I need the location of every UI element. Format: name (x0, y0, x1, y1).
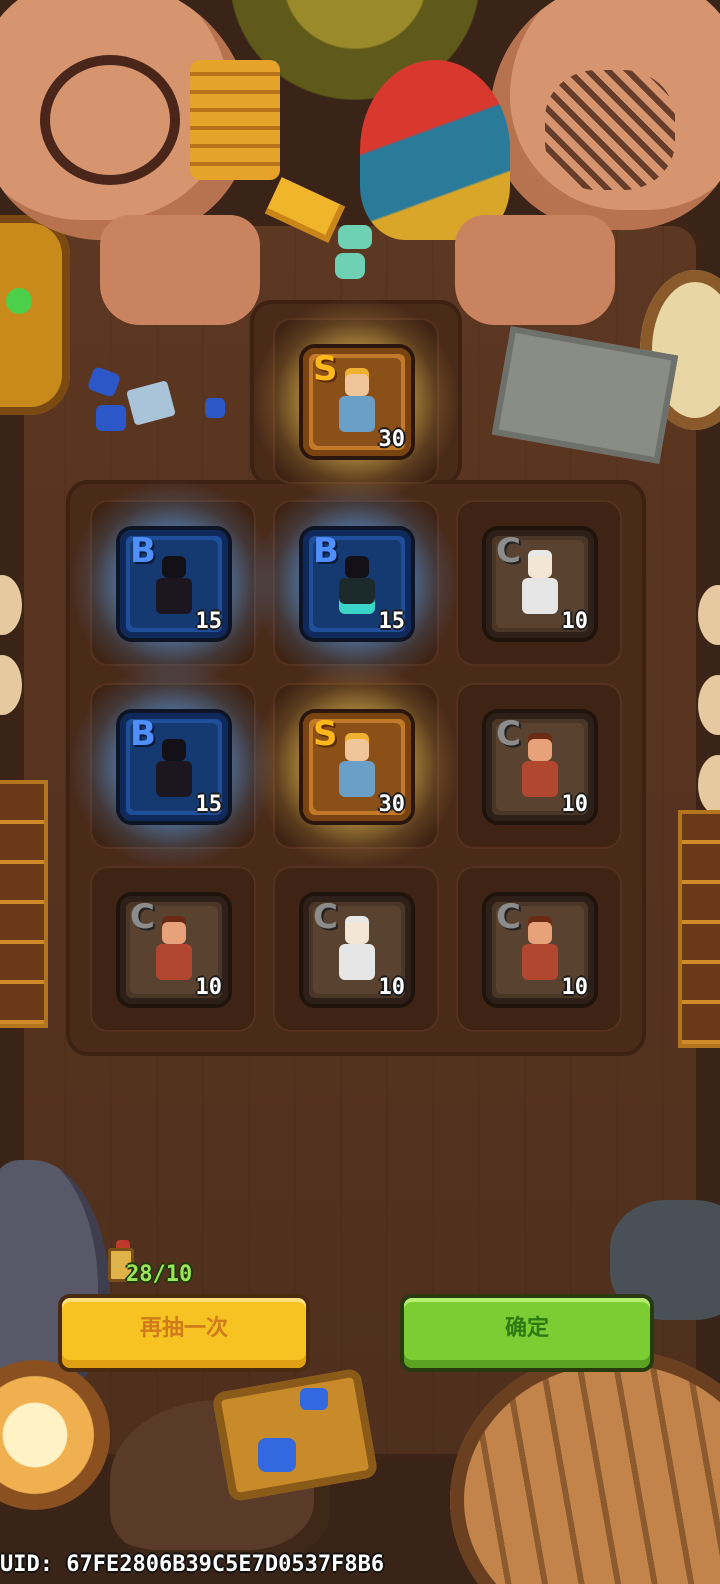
card-count: 15 (195, 792, 223, 817)
green-gem-icon (6, 288, 32, 314)
card-count: 15 (378, 609, 406, 634)
tattoo-icon (545, 70, 675, 190)
window-decoration (678, 810, 720, 1048)
hero-card[interactable]: C 10 (486, 713, 594, 821)
hero-portrait-icon (154, 739, 194, 797)
hero-portrait-icon (337, 374, 377, 432)
left-hand-decoration (100, 215, 260, 325)
coin-stack-icon (190, 60, 280, 180)
card-slot: S 30 (251, 296, 461, 506)
card-count: 10 (561, 975, 589, 1000)
hero-portrait-icon (337, 556, 377, 614)
card-count: 15 (195, 609, 223, 634)
hero-card[interactable]: C 10 (303, 896, 411, 1004)
hero-card[interactable]: C 10 (120, 896, 228, 1004)
right-hand-decoration (455, 215, 615, 325)
card-grade: C (130, 897, 155, 937)
tattoo-icon (40, 55, 180, 185)
card-slot: C 10 (456, 683, 622, 849)
hero-portrait-icon (154, 922, 194, 980)
hero-card[interactable]: B 15 (120, 530, 228, 638)
hero-card[interactable]: S 30 (303, 713, 411, 821)
hero-portrait-icon (337, 922, 377, 980)
hero-portrait-icon (154, 556, 194, 614)
card-slot: C 10 (273, 866, 439, 1032)
card-count: 10 (378, 975, 406, 1000)
gem-icon (338, 225, 372, 249)
card-count: 10 (195, 975, 223, 1000)
card-grade: B (313, 531, 339, 571)
blue-gem-icon (300, 1388, 328, 1410)
hero-portrait-icon (520, 556, 560, 614)
window-decoration (0, 780, 48, 1028)
card-grade: B (130, 714, 156, 754)
card-grade: C (313, 897, 338, 937)
hero-card[interactable]: B 15 (120, 713, 228, 821)
blue-gem-icon (96, 405, 126, 431)
draw-again-button[interactable]: 再抽一次 (62, 1298, 306, 1368)
hero-portrait-icon (520, 739, 560, 797)
card-grade: C (496, 531, 521, 571)
lamp-decoration (0, 215, 70, 415)
card-slot: B 15 (68, 661, 278, 871)
confirm-button[interactable]: 确定 (404, 1298, 650, 1368)
hero-portrait-icon (520, 922, 560, 980)
card-slot: B 15 (251, 478, 461, 688)
hero-card[interactable]: C 10 (486, 896, 594, 1004)
blue-gem-icon (258, 1438, 296, 1472)
card-grade: S (313, 349, 338, 389)
hero-portrait-icon (337, 739, 377, 797)
hero-card[interactable]: S 30 (303, 348, 411, 456)
hero-card[interactable]: B 15 (303, 530, 411, 638)
ticket-count: 28/10 (126, 1262, 193, 1287)
parrot-icon (360, 60, 510, 240)
card-count: 30 (378, 792, 406, 817)
game-scene: S 30 B 15 B 15 C 10 B 15 S 30 C 10 C 10 C 10 C 10 28/10 再抽一… (0, 0, 720, 1584)
card-slot: C 10 (456, 866, 622, 1032)
card-count: 10 (561, 792, 589, 817)
card-count: 30 (378, 427, 406, 452)
card-grade: C (496, 714, 521, 754)
uid-value: 67FE2806B39C5E7D0537F8B6 (66, 1552, 385, 1577)
gem-icon (335, 253, 365, 279)
uid-text: UID: 67FE2806B39C5E7D0537F8B6 (0, 1552, 384, 1577)
uid-label: UID: (0, 1552, 53, 1577)
card-slot: C 10 (456, 500, 622, 666)
card-grade: B (130, 531, 156, 571)
card-slot: C 10 (90, 866, 256, 1032)
card-grade: C (496, 897, 521, 937)
card-slot: B 15 (68, 478, 278, 688)
blue-gem-icon (205, 398, 225, 418)
hero-card[interactable]: C 10 (486, 530, 594, 638)
card-count: 10 (561, 609, 589, 634)
card-grade: S (313, 714, 338, 754)
card-slot: S 30 (251, 661, 461, 871)
